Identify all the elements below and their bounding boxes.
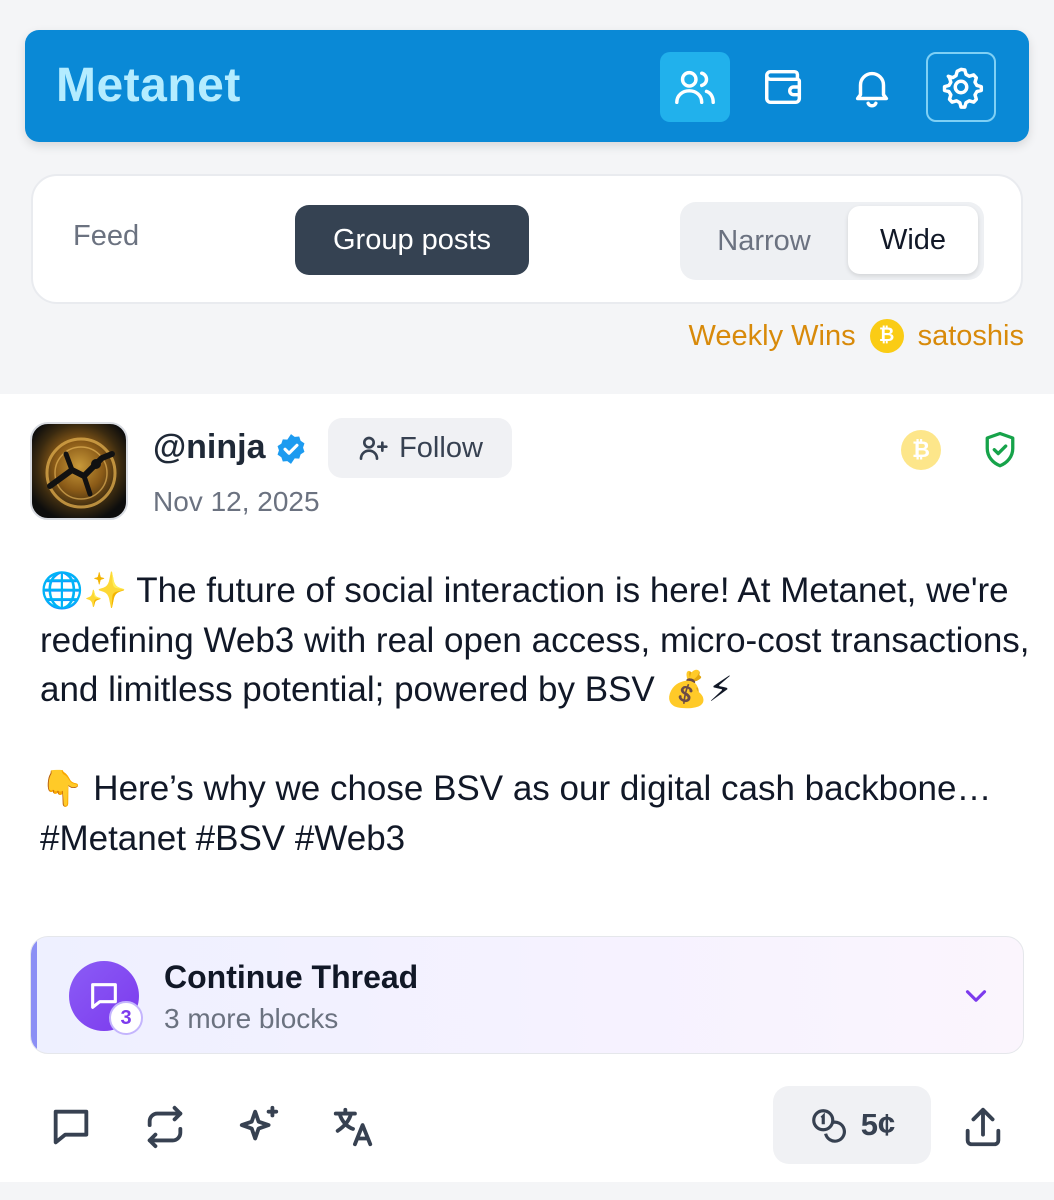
tab-group-posts[interactable]: Group posts: [295, 205, 529, 275]
thread-subtitle: 3 more blocks: [164, 1003, 339, 1034]
layout-narrow-option[interactable]: Narrow: [680, 202, 848, 280]
brand-title[interactable]: Metanet: [56, 58, 241, 113]
post-card: @ninja Follow Nov 12, 2025 ₿ 🌐✨ The futu…: [0, 394, 1054, 1182]
avatar[interactable]: [30, 422, 128, 520]
settings-icon: [942, 67, 984, 109]
share-icon: [965, 1107, 1001, 1147]
wallet-icon: [765, 69, 802, 105]
feed-tabs-card: Feed Group posts Narrow Wide: [31, 174, 1023, 304]
top-app-bar: Metanet: [25, 30, 1029, 142]
chevron-down-icon: [965, 990, 987, 1002]
bitcoin-coin-icon: ₿: [869, 319, 904, 353]
translate-button[interactable]: [330, 1104, 376, 1150]
settings-button[interactable]: [926, 52, 996, 122]
weekly-wins-unit: satoshis: [917, 319, 1024, 352]
notifications-button[interactable]: [837, 52, 907, 122]
groups-button[interactable]: [660, 52, 730, 122]
share-button[interactable]: [960, 1104, 1006, 1150]
shield-check-icon[interactable]: [982, 430, 1018, 470]
weekly-wins-link[interactable]: Weekly Wins ₿ satoshis: [689, 318, 1024, 354]
add-user-icon: [359, 436, 388, 460]
sparkles-icon: [239, 1105, 279, 1141]
follow-label: Follow: [399, 431, 483, 464]
reply-button[interactable]: [48, 1104, 94, 1150]
post-body: 🌐✨ The future of social interaction is h…: [40, 571, 1030, 858]
continue-thread-card[interactable]: 3 Continue Thread 3 more blocks: [30, 936, 1024, 1054]
follow-button[interactable]: Follow: [328, 418, 512, 478]
weekly-wins-label: Weekly Wins: [688, 319, 856, 352]
post-date: Nov 12, 2025: [153, 486, 320, 517]
translate-icon: [333, 1107, 373, 1147]
wallet-button[interactable]: [749, 52, 819, 122]
users-icon: [675, 70, 715, 105]
layout-wide-option[interactable]: Wide: [848, 206, 978, 274]
comment-icon: [53, 1109, 89, 1145]
thread-title: Continue Thread: [164, 959, 419, 995]
repost-button[interactable]: [142, 1104, 188, 1150]
tab-feed[interactable]: Feed: [73, 220, 139, 253]
ai-sparkle-button[interactable]: [236, 1104, 282, 1150]
thread-accent-bar: [31, 937, 37, 1053]
post-actions-bar: 5¢: [0, 1086, 1054, 1166]
repost-icon: [147, 1105, 183, 1149]
bell-icon: [855, 71, 889, 108]
verified-badge-icon: [277, 434, 305, 464]
tip-button[interactable]: 5¢: [773, 1086, 931, 1164]
tip-amount: 5¢: [860, 1107, 896, 1142]
tip-coin-icon[interactable]: ₿: [901, 430, 941, 470]
author-handle[interactable]: @ninja: [153, 428, 266, 467]
layout-toggle: Narrow Wide: [680, 202, 984, 280]
coins-icon: [811, 1109, 846, 1143]
thread-count-badge: 3: [109, 1001, 143, 1035]
